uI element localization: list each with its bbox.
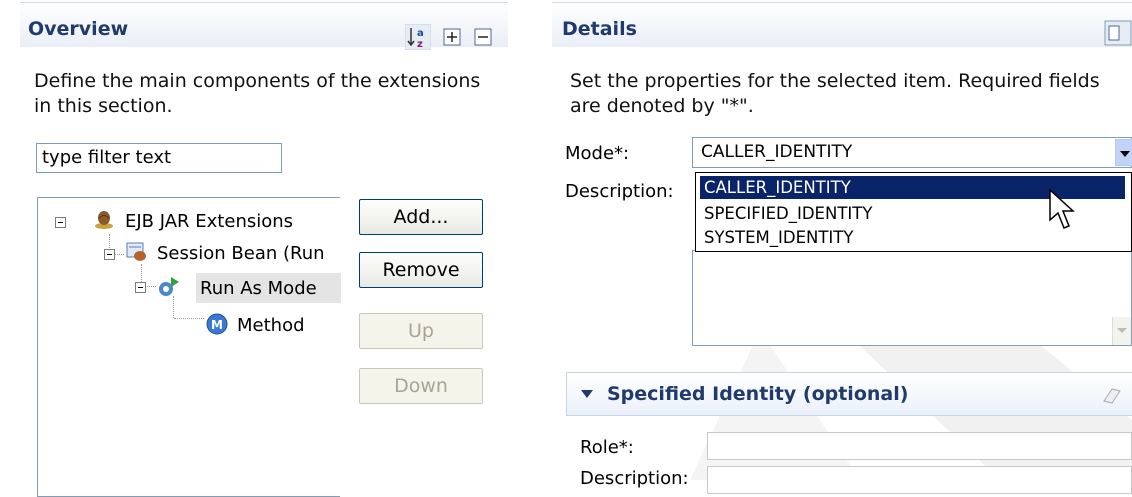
bean-icon xyxy=(93,209,115,231)
description-label: Description: xyxy=(565,181,674,202)
tree-item-label: Session Bean (Run xyxy=(157,243,325,264)
collapse-toggle-icon[interactable] xyxy=(135,282,146,293)
chevron-down-icon[interactable] xyxy=(1115,139,1132,166)
overview-description-line1: Define the main components of the extens… xyxy=(34,70,481,92)
overview-description-line2: in this section. xyxy=(34,95,173,117)
scroll-down-icon[interactable] xyxy=(1112,317,1131,345)
session-bean-icon xyxy=(126,241,148,263)
down-button[interactable]: Down xyxy=(359,368,483,404)
tree-item-ejb-jar-extensions[interactable]: EJB JAR Extensions xyxy=(38,208,338,236)
tree-item-method[interactable]: M Method xyxy=(38,312,341,340)
overview-title: Overview xyxy=(28,18,129,40)
eraser-icon[interactable] xyxy=(1100,385,1122,405)
mouse-cursor-icon xyxy=(1048,188,1078,232)
collapse-toggle-icon[interactable] xyxy=(104,249,115,260)
svg-text:z: z xyxy=(417,39,423,50)
mode-combo-value: CALLER_IDENTITY xyxy=(701,142,853,162)
method-icon: M xyxy=(206,313,228,335)
collapse-all-icon[interactable] xyxy=(474,28,492,46)
mode-combo[interactable]: CALLER_IDENTITY xyxy=(692,137,1132,168)
tree-item-label: Method xyxy=(237,315,305,336)
tree-item-label: EJB JAR Extensions xyxy=(125,211,294,232)
sort-alpha-icon[interactable]: a z xyxy=(404,23,432,51)
specified-identity-title: Specified Identity (optional) xyxy=(607,383,909,405)
details-header xyxy=(552,2,1132,47)
collapse-toggle-icon[interactable] xyxy=(55,217,66,228)
details-description-line2: are denoted by "*". xyxy=(570,95,754,117)
run-as-mode-icon xyxy=(157,275,181,299)
svg-text:M: M xyxy=(211,318,223,332)
extensions-tree[interactable]: EJB JAR Extensions Session Bean (Run Run… xyxy=(37,197,341,497)
role-label: Role*: xyxy=(580,437,634,458)
chevron-down-icon[interactable] xyxy=(581,390,593,398)
role-field[interactable] xyxy=(707,432,1132,460)
svg-text:a: a xyxy=(417,28,424,39)
expand-all-icon[interactable] xyxy=(443,28,461,46)
details-layout-icon[interactable] xyxy=(1104,20,1132,46)
specified-description-label: Description: xyxy=(580,468,689,489)
details-description-line1: Set the properties for the selected item… xyxy=(570,70,1100,92)
up-button[interactable]: Up xyxy=(359,313,483,349)
filter-input[interactable]: type filter text xyxy=(36,143,282,173)
specified-description-field[interactable] xyxy=(707,466,1132,494)
description-field[interactable] xyxy=(692,250,1132,346)
tree-item-session-bean[interactable]: Session Bean (Run xyxy=(38,240,341,268)
add-button[interactable]: Add... xyxy=(359,199,483,235)
remove-button[interactable]: Remove xyxy=(359,252,483,288)
tree-item-run-as-mode[interactable]: Run As Mode xyxy=(38,273,341,303)
tree-item-label: Run As Mode xyxy=(200,278,317,299)
details-title: Details xyxy=(562,18,637,40)
specified-identity-header[interactable]: Specified Identity (optional) xyxy=(566,372,1132,416)
mode-label: Mode*: xyxy=(565,143,630,164)
